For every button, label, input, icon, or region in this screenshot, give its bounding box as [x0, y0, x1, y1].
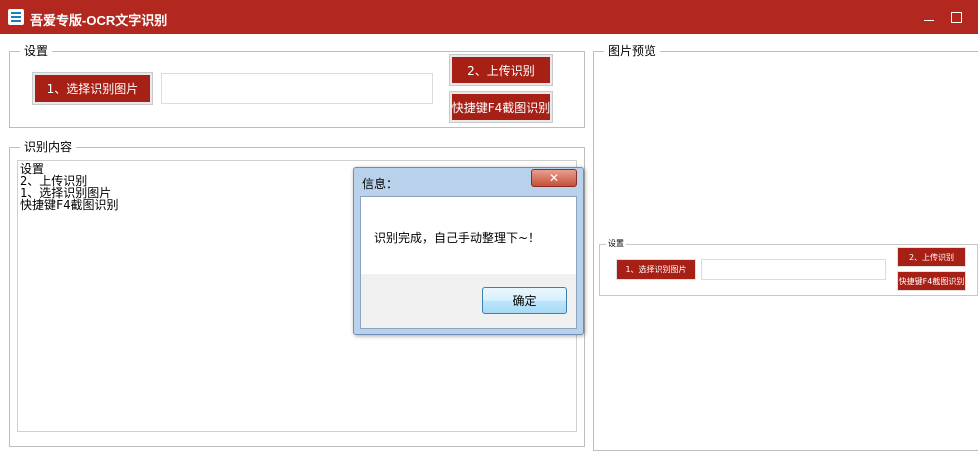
info-dialog: 信息： ✕ 识别完成，自己手动整理下~！ 确定 [353, 167, 584, 335]
app-logo-icon [8, 9, 24, 25]
dialog-title: 信息： [362, 177, 399, 191]
window-title: 吾爱专版-OCR文字识别 [30, 13, 168, 28]
preview-image: 设置 1、选择识别图片 2、上传识别 快捷键F4截图识别 [599, 239, 978, 296]
maximize-icon[interactable] [946, 6, 968, 28]
dialog-message: 识别完成，自己手动整理下~！ [374, 231, 541, 245]
select-image-button[interactable]: 1、选择识别图片 [32, 72, 153, 105]
minimize-icon[interactable] [918, 6, 940, 28]
thumb-select-button: 1、选择识别图片 [616, 259, 696, 280]
thumb-upload-button: 2、上传识别 [897, 247, 966, 267]
dialog-message-area: 识别完成，自己手动整理下~！ [361, 197, 576, 274]
screenshot-recognize-button[interactable]: 快捷键F4截图识别 [449, 91, 553, 123]
thumb-path-input [701, 259, 886, 280]
result-legend: 识别内容 [20, 140, 77, 154]
dialog-body: 识别完成，自己手动整理下~！ 确定 [360, 196, 577, 329]
settings-legend: 设置 [20, 44, 53, 58]
ok-button[interactable]: 确定 [482, 287, 567, 314]
thumb-screenshot-button: 快捷键F4截图识别 [897, 271, 966, 291]
thumb-legend: 设置 [606, 239, 626, 249]
preview-legend: 图片预览 [604, 44, 661, 58]
close-icon[interactable]: ✕ [531, 169, 577, 187]
image-path-input[interactable] [161, 73, 433, 104]
upload-recognize-button[interactable]: 2、上传识别 [449, 54, 553, 86]
title-bar: 吾爱专版-OCR文字识别 [0, 0, 978, 34]
